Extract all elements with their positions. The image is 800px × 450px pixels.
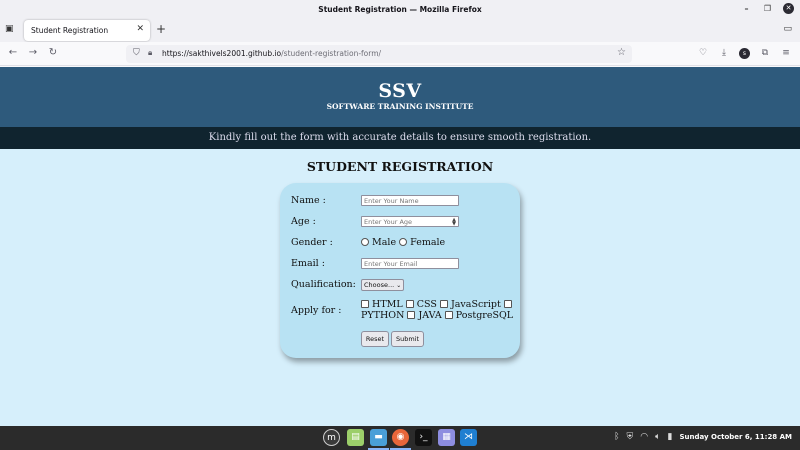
age-input[interactable]: Enter Your Age ▲ ▼ (361, 216, 459, 227)
shield-tray-icon[interactable]: ⛨ (627, 432, 634, 442)
course-html-label: HTML (372, 299, 403, 310)
age-placeholder: Enter Your Age (364, 218, 413, 226)
gender-male-radio[interactable] (361, 238, 369, 246)
page-content: SSV SOFTWARE TRAINING INSTITUTE Kindly f… (0, 67, 800, 426)
back-icon[interactable]: ← (6, 47, 20, 58)
url-bar[interactable]: ⛉ 🔒︎ https://sakthivels2001.github.io/st… (126, 45, 632, 63)
qualification-label: Qualification: (291, 279, 356, 290)
tab-overflow-icon[interactable]: ▭ (783, 24, 792, 34)
name-input[interactable]: Enter Your Name (361, 195, 459, 206)
info-banner: Kindly fill out the form with accurate d… (0, 127, 800, 149)
course-java-label: JAVA (418, 310, 442, 321)
reset-button[interactable]: Reset (361, 331, 389, 347)
tab-strip: ▣ Student Registration ✕ + ▭ (0, 18, 800, 42)
course-python-label: PYTHON (361, 310, 405, 321)
course-css-checkbox[interactable] (405, 300, 414, 308)
apply-label: Apply for : (291, 305, 342, 316)
tab-list-icon[interactable]: ▣ (5, 24, 17, 36)
url-path: /student-registration-form/ (281, 49, 382, 58)
course-java-checkbox[interactable] (407, 311, 416, 319)
url-domain: https://sakthivels2001.github.io (162, 49, 282, 58)
taskbar: m ▤ ▬ ◉ ›_ ▦ ⋊ ᛒ ⛨ ◠ 🔈︎ ▮ Sunday October… (0, 426, 800, 450)
account-icon[interactable]: s (739, 48, 750, 59)
course-options-row-2: PYTHON JAVA PostgreSQL (361, 310, 513, 321)
tab-label: Student Registration (31, 26, 109, 35)
name-label: Name : (291, 195, 326, 206)
gender-female-radio[interactable] (399, 238, 408, 246)
qualification-value: Choose... (364, 281, 395, 289)
extensions-icon[interactable]: ⧉ (759, 46, 771, 60)
mint-menu-icon[interactable]: m (323, 429, 340, 446)
firefox-icon[interactable]: ◉ (392, 429, 409, 446)
lock-icon[interactable]: 🔒︎ (148, 48, 152, 58)
course-javascript-label: JavaScript (450, 299, 501, 310)
submit-button[interactable]: Submit (391, 331, 424, 347)
gender-male-label: Male (372, 237, 397, 248)
files-icon[interactable]: ▬ (370, 429, 387, 446)
spinner-icon[interactable]: ▲ ▼ (452, 218, 456, 227)
new-tab-icon[interactable]: + (156, 22, 166, 36)
window-title: Student Registration — Mozilla Firefox (318, 4, 482, 14)
toolbar-right: ♡ ⤓ s ⧉ ≡ (697, 46, 792, 60)
email-label: Email : (291, 258, 325, 269)
vscode-icon[interactable]: ⋊ (460, 429, 477, 446)
shield-icon[interactable]: ⛉ (133, 48, 140, 58)
menu-icon[interactable]: ≡ (780, 46, 792, 60)
clock[interactable]: Sunday October 6, 11:28 AM (680, 433, 793, 441)
brand-subtitle: SOFTWARE TRAINING INSTITUTE (326, 102, 474, 111)
course-options-row-1: HTML CSS JavaScript (361, 299, 512, 310)
bluetooth-icon[interactable]: ᛒ (614, 432, 619, 442)
bookmark-star-icon[interactable]: ☆ (617, 47, 626, 58)
reload-icon[interactable]: ↻ (46, 47, 60, 58)
age-label: Age : (291, 216, 316, 227)
course-python-checkbox[interactable] (503, 300, 512, 308)
gender-female-label: Female (410, 237, 446, 248)
email-input[interactable]: Enter Your Email (361, 258, 459, 269)
download-icon[interactable]: ⤓ (718, 46, 730, 60)
tab-student-registration[interactable]: Student Registration ✕ (24, 20, 150, 41)
restore-icon[interactable]: ❐ (762, 3, 773, 14)
gender-options: Male Female (361, 237, 445, 248)
volume-icon[interactable]: 🔈︎ (655, 432, 660, 442)
terminal-icon[interactable]: ›_ (415, 429, 432, 446)
qualification-select[interactable]: Choose... ⌄ (361, 279, 404, 291)
brand-title: SSV (378, 80, 422, 102)
close-icon[interactable]: ✕ (783, 3, 794, 14)
tab-close-icon[interactable]: ✕ (136, 24, 144, 34)
registration-form: Name : Enter Your Name Age : Enter Your … (280, 183, 520, 358)
course-css-label: CSS (416, 299, 437, 310)
pocket-icon[interactable]: ♡ (697, 46, 709, 60)
battery-icon[interactable]: ▮ (668, 432, 673, 442)
gender-label: Gender : (291, 237, 333, 248)
minimize-icon[interactable]: – (741, 3, 752, 14)
system-tray: ᛒ ⛨ ◠ 🔈︎ ▮ Sunday October 6, 11:28 AM (614, 432, 792, 442)
url-text[interactable]: https://sakthivels2001.github.io/student… (162, 49, 381, 58)
course-postgresql-checkbox[interactable] (444, 311, 453, 319)
software-manager-icon[interactable]: ▤ (347, 429, 364, 446)
site-header: SSV SOFTWARE TRAINING INSTITUTE (0, 67, 800, 127)
course-javascript-checkbox[interactable] (439, 300, 448, 308)
window-controls: – ❐ ✕ (741, 3, 794, 14)
forward-icon[interactable]: → (26, 47, 40, 58)
form-title: STUDENT REGISTRATION (306, 159, 494, 174)
text-editor-icon[interactable]: ▦ (438, 429, 455, 446)
chevron-down-icon: ⌄ (396, 282, 402, 289)
course-html-checkbox[interactable] (361, 300, 369, 308)
window-titlebar: Student Registration — Mozilla Firefox –… (0, 0, 800, 18)
course-postgresql-label: PostgreSQL (455, 310, 514, 321)
wifi-icon[interactable]: ◠ (640, 432, 648, 442)
nav-bar: ← → ↻ ⛉ 🔒︎ https://sakthivels2001.github… (0, 42, 800, 66)
